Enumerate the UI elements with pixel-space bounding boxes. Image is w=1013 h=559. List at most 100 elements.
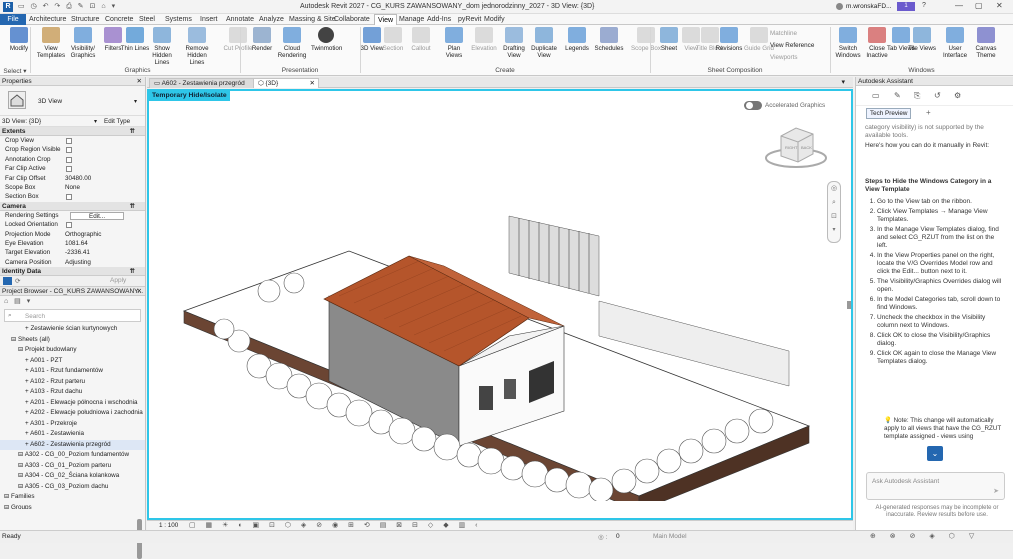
browser-item[interactable]: + A301 - Przekroje bbox=[0, 419, 145, 430]
render-button[interactable]: Render bbox=[247, 27, 277, 52]
new-chat-icon[interactable]: ✎ bbox=[894, 91, 901, 100]
small-viewports-button[interactable]: Viewports bbox=[770, 54, 798, 61]
close-icon[interactable]: ✕ bbox=[137, 77, 142, 86]
property-value[interactable]: 1081.64 bbox=[65, 239, 88, 248]
browser-item[interactable]: + A201 - Elewacje północna i wschodnia bbox=[0, 398, 145, 409]
property-checkbox[interactable] bbox=[66, 222, 72, 229]
tab-file[interactable]: File bbox=[0, 14, 26, 25]
property-checkbox[interactable] bbox=[66, 156, 72, 163]
revit-logo-icon[interactable]: R bbox=[3, 2, 13, 12]
browser-item[interactable]: + A001 - PZT bbox=[0, 356, 145, 367]
tab-3d[interactable]: ⬡ {3D} ✕ bbox=[253, 78, 319, 88]
property-value[interactable]: -2336.41 bbox=[65, 248, 90, 257]
extents-section[interactable]: Extents ⇈ bbox=[0, 127, 145, 136]
user-name[interactable]: m.wronskaFD... bbox=[846, 3, 892, 10]
expand-icon[interactable]: ⊟ bbox=[18, 472, 25, 479]
help-icon[interactable]: ? bbox=[922, 2, 926, 9]
tile-views-button[interactable]: Tile Views bbox=[907, 27, 937, 52]
edit-type-button[interactable]: Edit Type bbox=[104, 118, 130, 125]
camera-section[interactable]: Camera ⇈ bbox=[0, 201, 145, 211]
properties-filter-icon[interactable] bbox=[3, 277, 12, 286]
view-control-icons[interactable]: ▢ ▦ ☀ ◐ ▣ ⊡ ⬡ ◈ ⊘ ◉ ⊞ ⟲ ▤ ⊠ ⊟ ◇ ◆ ▥ ‹ bbox=[189, 521, 481, 529]
duplicate-view-button[interactable]: Duplicate View bbox=[529, 27, 559, 59]
apply-button[interactable]: Apply bbox=[110, 277, 126, 284]
browser-item[interactable]: ⊟ A302 - CG_00_Poziom fundamentów bbox=[0, 450, 145, 461]
user-avatar-icon[interactable] bbox=[836, 3, 843, 10]
show-hidden-lines-button[interactable]: Show Hidden Lines bbox=[147, 27, 177, 66]
visibility-graphics-button[interactable]: Visibility/ Graphics bbox=[68, 27, 98, 59]
tabs-dropdown-icon[interactable]: ▾ bbox=[841, 78, 845, 86]
plan-views-button[interactable]: Plan Views bbox=[439, 27, 469, 59]
tab-modify[interactable]: Modify bbox=[481, 14, 508, 25]
browser-item[interactable]: ⊟ Families bbox=[0, 492, 145, 503]
twinmotion-button[interactable]: Twinmotion bbox=[311, 27, 342, 52]
browser-item[interactable]: + A101 - Rzut fundamentów bbox=[0, 366, 145, 377]
tab-view[interactable]: View bbox=[374, 14, 398, 25]
chevron-down-icon[interactable]: ▾ bbox=[828, 224, 840, 236]
tab-steel[interactable]: Steel bbox=[136, 14, 158, 25]
worksets-icon[interactable]: ◎ : bbox=[598, 533, 607, 541]
canvas-theme-button[interactable]: Canvas Theme bbox=[971, 27, 1001, 59]
browser-item[interactable]: ⊟ A305 - CG_03_Poziom dachu bbox=[0, 482, 145, 493]
zoom-icon[interactable]: ⌕ bbox=[828, 196, 840, 210]
collapse-icon[interactable]: ⇈ bbox=[130, 267, 135, 276]
tab-pyrevit[interactable]: pyRevit bbox=[455, 14, 484, 25]
section-button[interactable]: Section bbox=[378, 27, 408, 52]
browser-item[interactable]: + A202 - Elewacje południowa i zachodnia bbox=[0, 408, 145, 419]
collapse-icon[interactable]: ⇈ bbox=[130, 127, 135, 136]
expand-icon[interactable]: ⊟ bbox=[11, 336, 18, 343]
zoom-region-icon[interactable]: ⊡ bbox=[828, 210, 840, 224]
gear-icon[interactable]: ⚙ bbox=[954, 91, 961, 100]
property-value[interactable]: Adjusting bbox=[65, 258, 91, 267]
tab-add-ins[interactable]: Add-Ins bbox=[424, 14, 454, 25]
accelerated-graphics-toggle[interactable] bbox=[744, 101, 762, 110]
viewport-scrollbar[interactable] bbox=[847, 301, 851, 309]
scroll-down-button[interactable]: ⌄ bbox=[927, 446, 943, 461]
chevron-down-icon[interactable]: ▾ bbox=[134, 98, 137, 105]
property-checkbox[interactable] bbox=[66, 194, 72, 201]
tab-annotate[interactable]: Annotate bbox=[223, 14, 257, 25]
callout-button[interactable]: Callout bbox=[406, 27, 436, 52]
3d-viewport[interactable]: Temporary Hide/Isolate Accelerated Graph… bbox=[147, 89, 853, 525]
tab-collaborate[interactable]: Collaborate bbox=[331, 14, 373, 25]
browser-item[interactable]: ⊟ A304 - CG_02_Ściana kolankowa bbox=[0, 471, 145, 482]
notifications-badge[interactable]: 1 bbox=[897, 2, 915, 11]
browser-item[interactable]: + A601 - Zestawienia bbox=[0, 429, 145, 440]
maximize-icon[interactable]: ▢ bbox=[975, 1, 983, 10]
chevron-down-icon[interactable]: ▾ bbox=[94, 118, 97, 125]
browser-item[interactable]: + A103 - Rzut dachu bbox=[0, 387, 145, 398]
ribbon-group-select[interactable]: Select ▾ bbox=[2, 67, 28, 75]
selection-tools-icons[interactable]: ⊕ ⊗ ⊘ ◈ ⬡ ▽ bbox=[870, 532, 980, 540]
property-checkbox[interactable] bbox=[66, 166, 72, 173]
send-icon[interactable]: ➤ bbox=[993, 487, 999, 495]
property-value[interactable]: Orthographic bbox=[65, 230, 101, 239]
view-templates-button[interactable]: View Templates bbox=[36, 27, 66, 59]
instance-selector-label[interactable]: 3D View: {3D} bbox=[2, 118, 41, 125]
browser-item[interactable]: + Zestawienie ścian kurtynowych bbox=[0, 324, 145, 335]
cloud-rendering-button[interactable]: Cloud Rendering bbox=[277, 27, 307, 59]
property-checkbox[interactable] bbox=[66, 147, 72, 154]
small-view-reference-button[interactable]: View Reference bbox=[770, 42, 814, 49]
browser-item[interactable]: ⊟ A303 - CG_01_Poziom parteru bbox=[0, 461, 145, 472]
chat-icon[interactable]: ▭ bbox=[872, 91, 880, 100]
tab-analyze[interactable]: Analyze bbox=[256, 14, 287, 25]
expand-icon[interactable]: ⊟ bbox=[18, 483, 25, 490]
tab-architecture[interactable]: Architecture bbox=[26, 14, 69, 25]
remove-hidden-lines-button[interactable]: Remove Hidden Lines bbox=[182, 27, 212, 66]
browser-item[interactable]: ⊟ Sheets (all) bbox=[0, 335, 145, 346]
collapse-icon[interactable]: ⇈ bbox=[130, 202, 135, 211]
attach-icon[interactable]: ⎘ bbox=[914, 91, 920, 101]
thin-lines-button[interactable]: Thin Lines bbox=[120, 27, 150, 52]
close-icon[interactable]: ✕ bbox=[310, 79, 315, 89]
tab-a602[interactable]: ▭ A602 - Zestawienia przegród bbox=[149, 78, 259, 88]
design-option[interactable]: Main Model bbox=[653, 533, 687, 540]
help-link-icon[interactable]: ⟳ bbox=[15, 277, 20, 285]
user-interface-button[interactable]: User Interface bbox=[940, 27, 970, 59]
tab-tech-preview[interactable]: Tech Preview bbox=[866, 108, 912, 119]
add-tab-icon[interactable]: + bbox=[926, 108, 931, 117]
browser-item[interactable]: ⊟ Groups bbox=[0, 503, 145, 510]
browser-item[interactable]: ⊟ Projekt budowlany bbox=[0, 345, 145, 356]
history-icon[interactable]: ↺ bbox=[934, 91, 941, 100]
expand-icon[interactable]: ⊟ bbox=[18, 462, 25, 469]
quick-access-toolbar[interactable]: ▭ ◷ ↶ ↷ ⎙ ✎ ⊡ ⌂ ▾ bbox=[18, 2, 117, 11]
